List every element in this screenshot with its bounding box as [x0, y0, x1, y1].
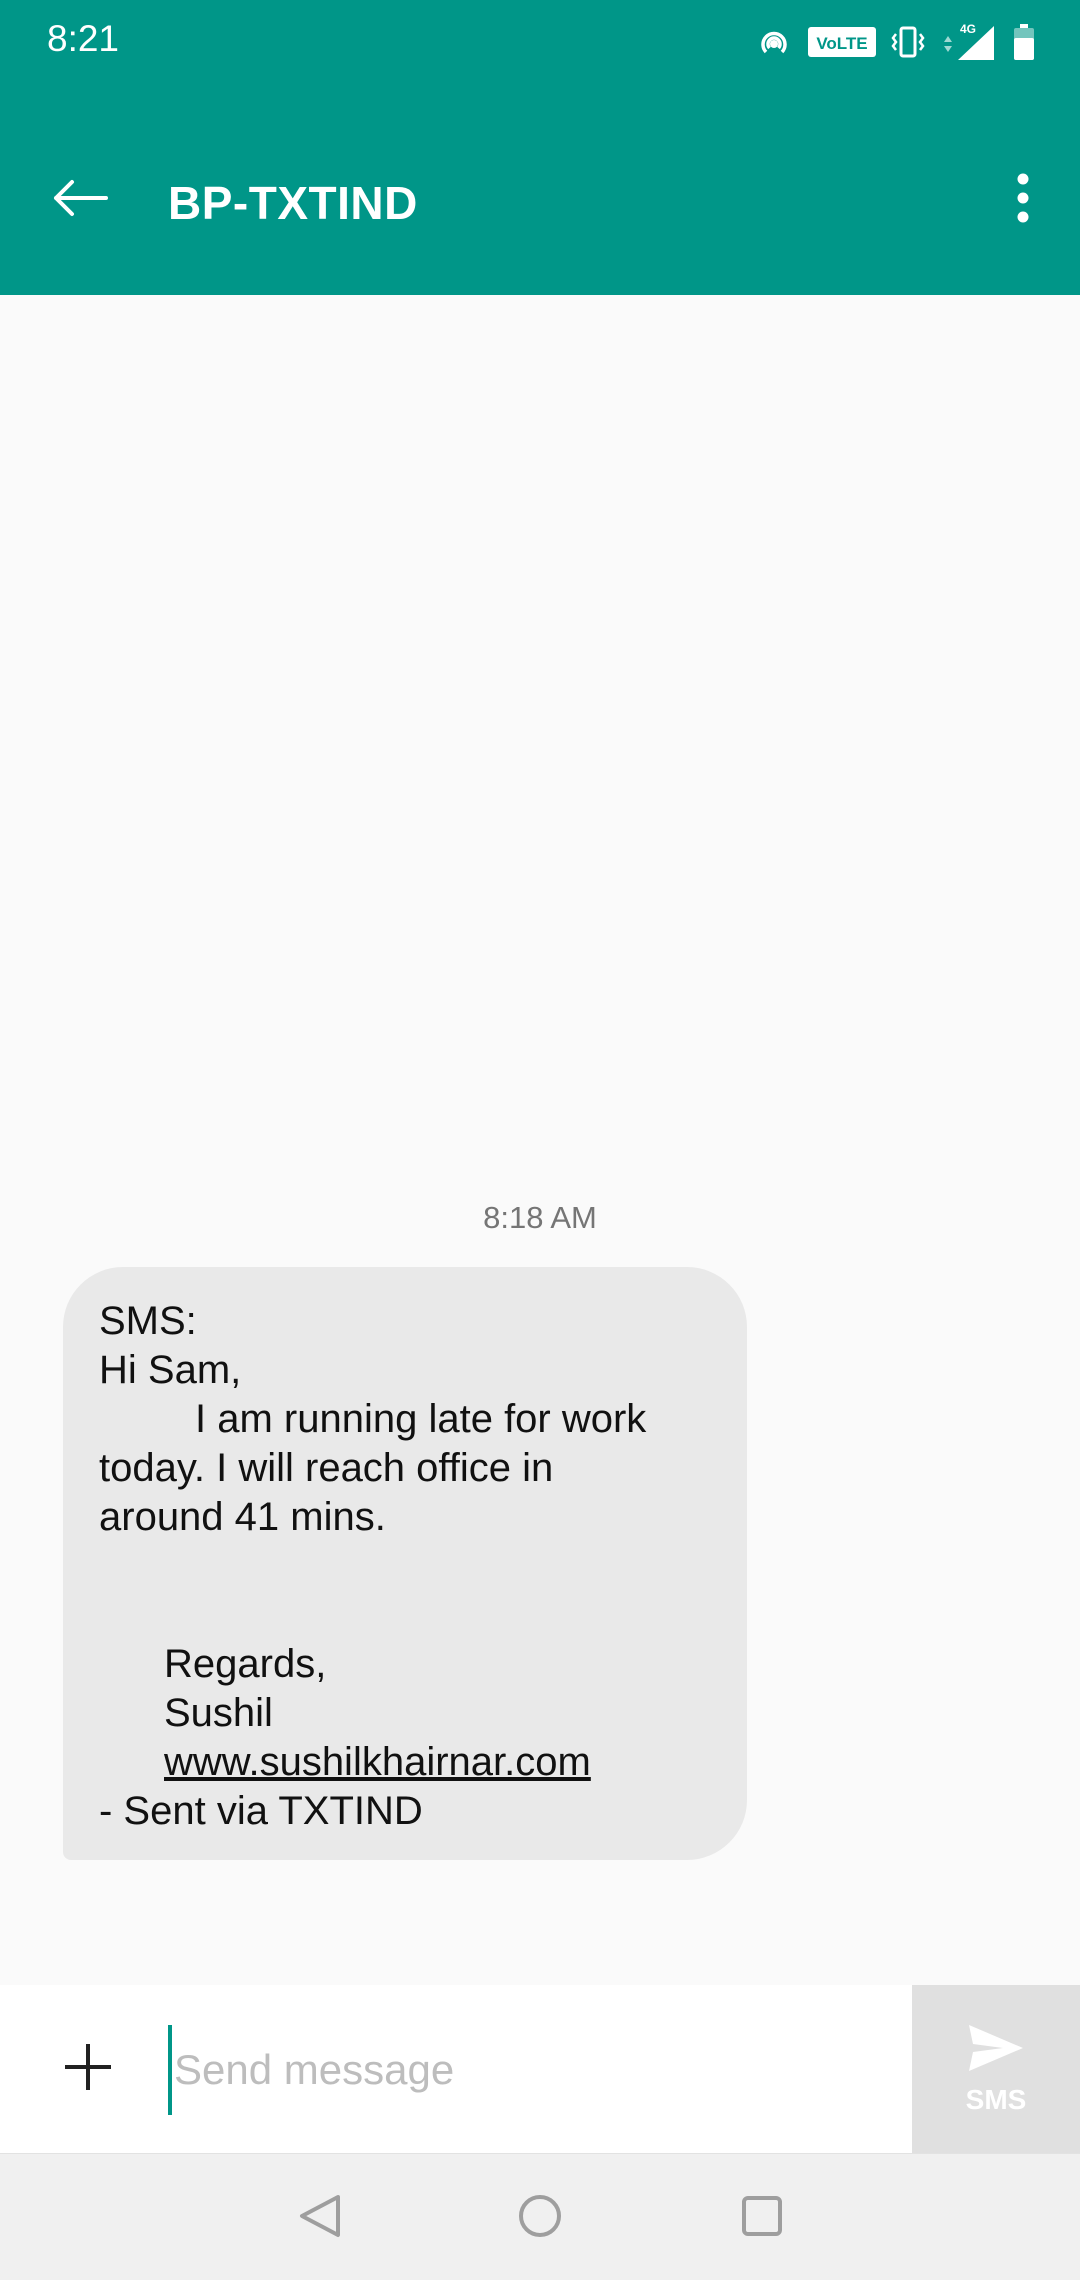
nav-home-button[interactable]: [502, 2180, 578, 2256]
signal-4g-icon: 4G: [940, 22, 998, 62]
status-icons: VoLTE 4G: [754, 20, 1036, 64]
battery-icon: [1012, 22, 1036, 62]
conversation-area[interactable]: 8:18 AM SMS: Hi Sam, I am running late f…: [0, 295, 1080, 1985]
volte-label: VoLTE: [816, 34, 867, 53]
send-label: SMS: [965, 2083, 1027, 2115]
nav-back-button[interactable]: [282, 2180, 358, 2256]
message-line: today. I will reach office in: [99, 1446, 554, 1490]
message-line: around 41 mins.: [99, 1495, 386, 1539]
status-bar: 8:21 VoLTE 4G: [0, 0, 1080, 80]
message-line: Hi Sam,: [99, 1348, 242, 1392]
nav-recents-icon: [739, 2193, 785, 2244]
more-vert-icon: [1016, 172, 1030, 229]
more-options-button[interactable]: [988, 160, 1058, 240]
message-input[interactable]: [168, 2025, 888, 2115]
nav-back-icon: [296, 2191, 344, 2246]
message-line: I am running late for work: [195, 1397, 647, 1441]
back-button[interactable]: [40, 160, 120, 240]
nav-home-icon: [515, 2191, 565, 2246]
navigation-bar: [0, 2153, 1080, 2280]
messaging-screen: 8:21 VoLTE 4G BP-TXTIND 8:18 AM SMS: Hi …: [0, 0, 1080, 2280]
compose-bar: SMS: [0, 1985, 1080, 2153]
app-bar: BP-TXTIND: [0, 80, 1080, 295]
message-link[interactable]: www.sushilkhairnar.com: [164, 1740, 591, 1784]
message-line: - Sent via TXTIND: [99, 1789, 423, 1833]
conversation-title: BP-TXTIND: [168, 177, 418, 229]
message-timestamp: 8:18 AM: [483, 1200, 597, 1235]
status-time: 8:21: [47, 18, 120, 59]
add-attachment-button[interactable]: [52, 2033, 124, 2105]
send-icon: [967, 2023, 1025, 2078]
volte-icon: VoLTE: [808, 27, 876, 57]
hotspot-icon: [754, 22, 794, 62]
vibrate-icon: [890, 24, 926, 60]
message-line: Regards,: [164, 1642, 327, 1686]
message-bubble[interactable]: SMS: Hi Sam, I am running late for work …: [63, 1267, 747, 1860]
message-line: SMS:: [99, 1299, 197, 1343]
plus-icon: [63, 2042, 113, 2097]
message-line: Sushil: [164, 1691, 273, 1735]
arrow-left-icon: [52, 178, 108, 223]
nav-recents-button[interactable]: [724, 2180, 800, 2256]
network-label: 4G: [960, 22, 976, 36]
send-button[interactable]: SMS: [912, 1985, 1080, 2153]
